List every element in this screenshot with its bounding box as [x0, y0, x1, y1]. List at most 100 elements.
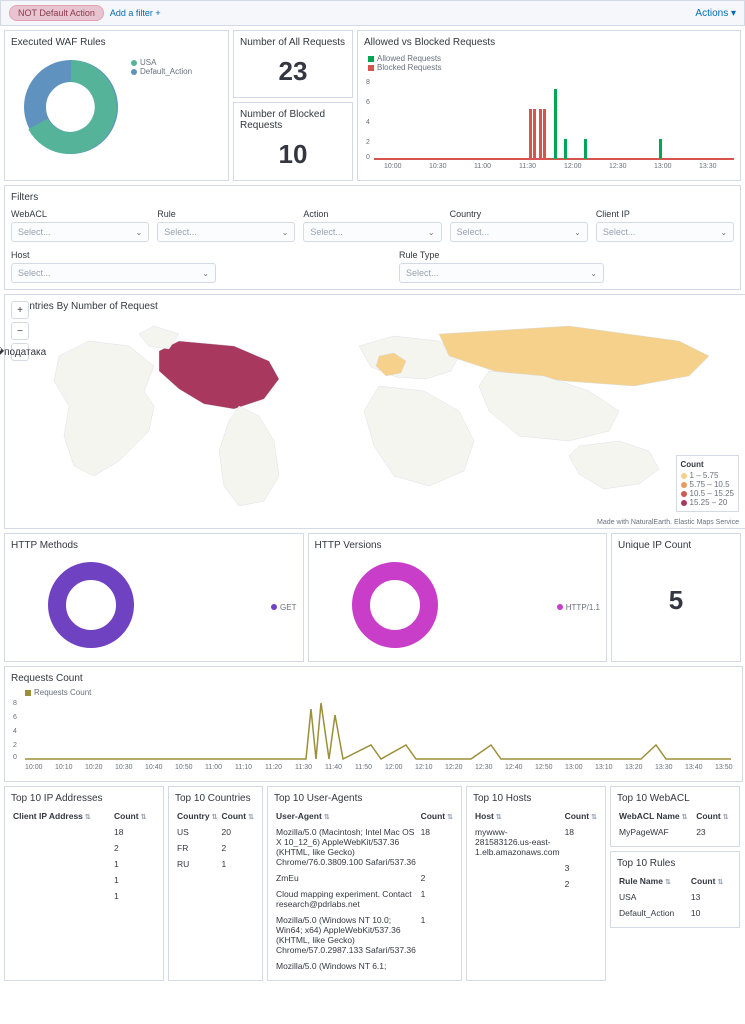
sort-icon[interactable]: ⇅ — [324, 814, 330, 821]
fit-bounds-button[interactable]: �података — [11, 343, 29, 361]
table-top-webacl: WebACL Name⇅ Count⇅ MyPageWAF23 — [617, 808, 733, 840]
sort-icon[interactable]: ⇅ — [665, 879, 671, 886]
table-row[interactable]: 1 — [11, 888, 157, 904]
table-row[interactable]: 1 — [11, 856, 157, 872]
svg-text:10:30: 10:30 — [429, 163, 447, 169]
sort-icon[interactable]: ⇅ — [496, 814, 502, 821]
table-row[interactable]: 2 — [473, 876, 599, 892]
svg-text:12:50: 12:50 — [535, 764, 553, 771]
table-top-ua: User-Agent⇅ Count⇅ Mozilla/5.0 (Macintos… — [274, 808, 455, 974]
panel-title: Unique IP Count — [618, 540, 734, 551]
stat-unique-ip: 5 — [618, 555, 734, 620]
filter-pill[interactable]: NOT Default Action — [9, 5, 104, 21]
panel-requests-count: Requests Count Requests Count 86420 10:0… — [4, 666, 743, 782]
table-row[interactable]: 3 — [473, 860, 599, 876]
zoom-in-button[interactable]: + — [11, 301, 29, 319]
legend-item[interactable]: Blocked Requests — [368, 63, 441, 72]
svg-text:12:30: 12:30 — [609, 163, 627, 169]
legend-item[interactable]: HTTP/1.1 — [557, 559, 600, 655]
sort-icon[interactable]: ⇅ — [723, 814, 729, 821]
legend-item[interactable]: GET — [271, 559, 296, 655]
sort-icon[interactable]: ⇅ — [85, 814, 91, 821]
svg-text:8: 8 — [13, 700, 17, 707]
svg-text:12:20: 12:20 — [445, 764, 463, 771]
table-row[interactable]: 1 — [11, 872, 157, 888]
svg-text:10:00: 10:00 — [384, 163, 402, 169]
sort-icon[interactable]: ⇅ — [248, 814, 254, 821]
table-row[interactable]: mywww-281583126.us-east-1.elb.amazonaws.… — [473, 824, 599, 860]
select-host[interactable]: Select...⌄ — [11, 263, 216, 283]
panel-executed-waf: Executed WAF Rules USA Default_Action — [4, 30, 229, 181]
svg-text:10:30: 10:30 — [115, 764, 133, 771]
filter-label: WebACL — [11, 209, 149, 219]
table-row[interactable]: US20 — [175, 824, 256, 840]
svg-text:11:50: 11:50 — [355, 764, 372, 771]
sort-icon[interactable]: ⇅ — [591, 814, 597, 821]
svg-text:10:50: 10:50 — [175, 764, 193, 771]
table-row[interactable]: RU1 — [175, 856, 256, 872]
svg-text:13:50: 13:50 — [715, 764, 733, 771]
sort-icon[interactable]: ⇅ — [682, 814, 688, 821]
panel-top-ua: Top 10 User-Agents User-Agent⇅ Count⇅ Mo… — [267, 786, 462, 981]
map-legend: Count 1 – 5.75 5.75 – 10.5 10.5 – 15.25 … — [676, 455, 739, 512]
svg-text:0: 0 — [366, 154, 370, 161]
panel-title: Number of All Requests — [240, 37, 346, 48]
svg-text:2: 2 — [13, 742, 17, 749]
select-country[interactable]: Select...⌄ — [450, 222, 588, 242]
actions-menu[interactable]: Actions ▾ — [695, 8, 736, 19]
table-row[interactable]: Mozilla/5.0 (Macintosh; Intel Mac OS X 1… — [274, 824, 455, 870]
legend-item[interactable]: USA — [131, 58, 192, 67]
sort-icon[interactable]: ⇅ — [212, 814, 218, 821]
legend-item[interactable]: Requests Count — [25, 688, 736, 697]
select-rule[interactable]: Select...⌄ — [157, 222, 295, 242]
panel-blocked-requests: Number of Blocked Requests 10 — [233, 102, 353, 181]
panel-title: Top 10 WebACL — [617, 793, 733, 804]
chevron-down-icon: ⌄ — [202, 269, 209, 278]
bar-chart-allowed-blocked: 86420 10:0010:3011:0011:30 12:0012:3013:… — [364, 74, 734, 169]
panel-title: Top 10 IP Addresses — [11, 793, 157, 804]
svg-text:12:00: 12:00 — [385, 764, 403, 771]
table-row[interactable]: USA13 — [617, 889, 733, 905]
table-row[interactable]: Cloud mapping experiment. Contact resear… — [274, 886, 455, 912]
table-top-hosts: Host⇅ Count⇅ mywww-281583126.us-east-1.e… — [473, 808, 599, 892]
panel-filters: Filters WebACLSelect...⌄ RuleSelect...⌄ … — [4, 185, 741, 290]
svg-text:11:40: 11:40 — [325, 764, 342, 771]
select-clientip[interactable]: Select...⌄ — [596, 222, 734, 242]
map-attribution: Made with NaturalEarth. Elastic Maps Ser… — [597, 519, 739, 526]
filter-label: Client IP — [596, 209, 734, 219]
zoom-out-button[interactable]: − — [11, 322, 29, 340]
world-map[interactable] — [19, 316, 739, 516]
legend-item[interactable]: Allowed Requests — [368, 54, 441, 63]
sort-icon[interactable]: ⇅ — [717, 879, 723, 886]
table-row[interactable]: ZmEu2 — [274, 870, 455, 886]
table-row[interactable]: Mozilla/5.0 (Windows NT 10.0; Win64; x64… — [274, 912, 455, 958]
table-row[interactable]: Mozilla/5.0 (Windows NT 6.1; — [274, 958, 455, 974]
svg-text:12:00: 12:00 — [564, 163, 582, 169]
sort-icon[interactable]: ⇅ — [447, 814, 453, 821]
table-row[interactable]: FR2 — [175, 840, 256, 856]
sort-icon[interactable]: ⇅ — [141, 814, 147, 821]
svg-text:12:40: 12:40 — [505, 764, 523, 771]
panel-allowed-blocked: Allowed vs Blocked Requests Allowed Requ… — [357, 30, 741, 181]
chevron-down-icon: ⌄ — [428, 228, 435, 237]
svg-text:13:00: 13:00 — [565, 764, 583, 771]
filter-label: Host — [11, 250, 216, 260]
table-row[interactable]: 18 — [11, 824, 157, 840]
table-row[interactable]: Default_Action10 — [617, 905, 733, 921]
legend-item[interactable]: Default_Action — [131, 67, 192, 76]
svg-text:10:40: 10:40 — [145, 764, 163, 771]
select-action[interactable]: Select...⌄ — [303, 222, 441, 242]
select-ruletype[interactable]: Select...⌄ — [399, 263, 604, 283]
panel-http-methods: HTTP Methods GET — [4, 533, 304, 662]
svg-text:8: 8 — [366, 79, 370, 86]
svg-text:4: 4 — [13, 728, 17, 735]
table-row[interactable]: 2 — [11, 840, 157, 856]
panel-top-hosts: Top 10 Hosts Host⇅ Count⇅ mywww-28158312… — [466, 786, 606, 981]
add-filter-link[interactable]: Add a filter + — [110, 8, 161, 18]
panel-title: Top 10 Countries — [175, 793, 256, 804]
svg-text:12:10: 12:10 — [415, 764, 433, 771]
panel-title: HTTP Versions — [315, 540, 601, 551]
table-row[interactable]: MyPageWAF23 — [617, 824, 733, 840]
select-webacl[interactable]: Select...⌄ — [11, 222, 149, 242]
svg-text:10:00: 10:00 — [25, 764, 43, 771]
